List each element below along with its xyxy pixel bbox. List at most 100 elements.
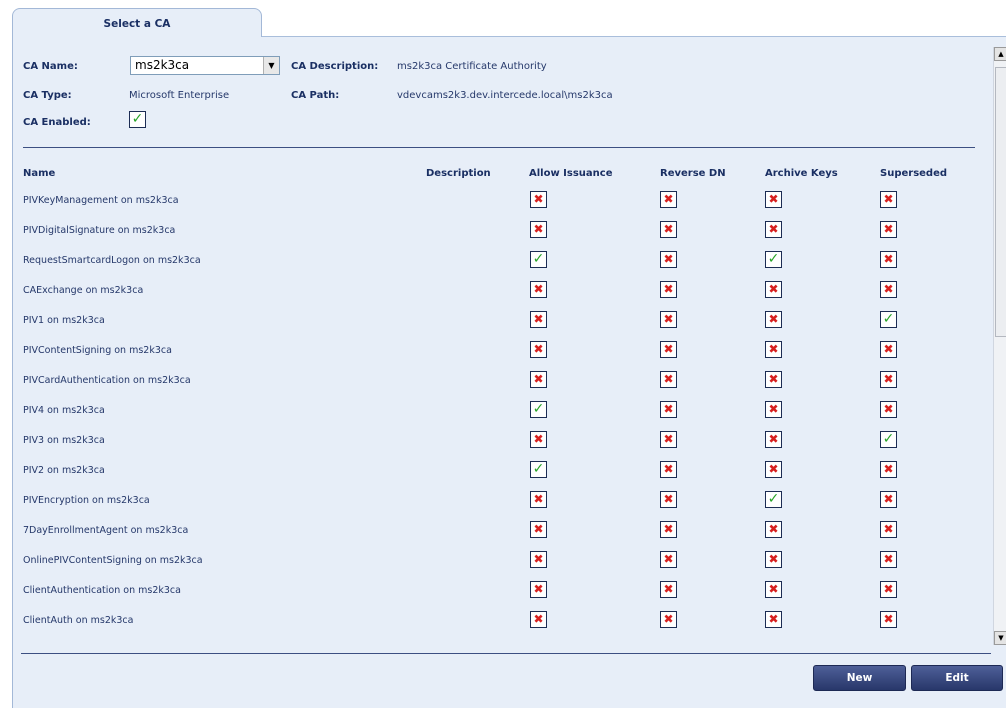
- archive-keys-cell: ✖: [765, 311, 782, 328]
- table-row[interactable]: RequestSmartcardLogon on ms2k3ca ✓ ✖ ✓ ✖: [13, 245, 993, 275]
- archive-keys-cell: ✖: [765, 221, 782, 238]
- scrollbar-thumb[interactable]: [995, 67, 1006, 337]
- table-row[interactable]: PIV4 on ms2k3ca ✓ ✖ ✖ ✖: [13, 395, 993, 425]
- column-header-allow-issuance[interactable]: Allow Issuance: [529, 168, 613, 179]
- table-row[interactable]: PIVEncryption on ms2k3ca ✖ ✖ ✓ ✖: [13, 485, 993, 515]
- table-row[interactable]: ClientAuth on ms2k3ca ✖ ✖ ✖ ✖: [13, 605, 993, 635]
- archive-keys-cell: ✖: [765, 191, 782, 208]
- column-header-name[interactable]: Name: [23, 168, 55, 179]
- cross-icon: ✖: [880, 371, 897, 388]
- dropdown-arrow-icon[interactable]: ▼: [263, 57, 279, 74]
- cross-icon: ✖: [880, 581, 897, 598]
- column-header-archive-keys[interactable]: Archive Keys: [765, 168, 838, 179]
- allow-issuance-cell: ✖: [530, 311, 547, 328]
- cross-icon: ✖: [660, 341, 677, 358]
- ca-name-select[interactable]: ms2k3ca ▼: [130, 56, 280, 75]
- cross-icon: ✖: [880, 461, 897, 478]
- cross-icon: ✖: [660, 401, 677, 418]
- allow-issuance-cell: ✖: [530, 191, 547, 208]
- ca-description-label: CA Description:: [291, 61, 379, 72]
- cross-icon: ✖: [765, 221, 782, 238]
- cross-icon: ✖: [530, 191, 547, 208]
- new-button[interactable]: New: [813, 665, 906, 691]
- superseded-cell: ✖: [880, 401, 897, 418]
- row-name: ClientAuthentication on ms2k3ca: [23, 585, 181, 596]
- allow-issuance-cell: ✖: [530, 281, 547, 298]
- superseded-cell: ✖: [880, 581, 897, 598]
- cross-icon: ✖: [530, 341, 547, 358]
- check-icon: ✓: [530, 401, 547, 418]
- archive-keys-cell: ✖: [765, 461, 782, 478]
- row-name: PIVContentSigning on ms2k3ca: [23, 345, 172, 356]
- cross-icon: ✖: [660, 611, 677, 628]
- table-row[interactable]: CAExchange on ms2k3ca ✖ ✖ ✖ ✖: [13, 275, 993, 305]
- superseded-cell: ✖: [880, 221, 897, 238]
- row-name: PIVDigitalSignature on ms2k3ca: [23, 225, 176, 236]
- cross-icon: ✖: [765, 191, 782, 208]
- cross-icon: ✖: [530, 371, 547, 388]
- reverse-dn-cell: ✖: [660, 401, 677, 418]
- superseded-cell: ✖: [880, 611, 897, 628]
- table-row[interactable]: PIV2 on ms2k3ca ✓ ✖ ✖ ✖: [13, 455, 993, 485]
- table-row[interactable]: PIVDigitalSignature on ms2k3ca ✖ ✖ ✖ ✖: [13, 215, 993, 245]
- scroll-up-icon[interactable]: ▲: [994, 47, 1006, 61]
- superseded-cell: ✓: [880, 311, 897, 328]
- cross-icon: ✖: [530, 551, 547, 568]
- ca-path-label: CA Path:: [291, 90, 340, 101]
- cross-icon: ✖: [765, 461, 782, 478]
- column-header-superseded[interactable]: Superseded: [880, 168, 947, 179]
- allow-issuance-cell: ✖: [530, 581, 547, 598]
- row-name: PIV1 on ms2k3ca: [23, 315, 105, 326]
- table-row[interactable]: 7DayEnrollmentAgent on ms2k3ca ✖ ✖ ✖ ✖: [13, 515, 993, 545]
- table-row[interactable]: PIVCardAuthentication on ms2k3ca ✖ ✖ ✖ ✖: [13, 365, 993, 395]
- superseded-cell: ✖: [880, 551, 897, 568]
- table-row[interactable]: PIV3 on ms2k3ca ✖ ✖ ✖ ✓: [13, 425, 993, 455]
- cross-icon: ✖: [765, 311, 782, 328]
- tab-strip: Select a CA: [0, 0, 1006, 38]
- cross-icon: ✖: [660, 551, 677, 568]
- archive-keys-cell: ✓: [765, 491, 782, 508]
- vertical-scrollbar[interactable]: ▲ ▼: [993, 47, 1006, 645]
- row-name: RequestSmartcardLogon on ms2k3ca: [23, 255, 201, 266]
- cross-icon: ✖: [660, 191, 677, 208]
- cross-icon: ✖: [765, 371, 782, 388]
- column-header-description[interactable]: Description: [426, 168, 491, 179]
- template-table: PIVKeyManagement on ms2k3ca ✖ ✖ ✖ ✖ PIVDigita…: [13, 185, 993, 655]
- ca-enabled-checkbox[interactable]: ✓: [129, 111, 146, 128]
- cross-icon: ✖: [530, 611, 547, 628]
- column-header-reverse-dn[interactable]: Reverse DN: [660, 168, 726, 179]
- reverse-dn-cell: ✖: [660, 581, 677, 598]
- edit-button[interactable]: Edit: [911, 665, 1003, 691]
- cross-icon: ✖: [880, 611, 897, 628]
- cross-icon: ✖: [880, 281, 897, 298]
- table-row[interactable]: OnlinePIVContentSigning on ms2k3ca ✖ ✖ ✖ ✖: [13, 545, 993, 575]
- cross-icon: ✖: [765, 521, 782, 538]
- superseded-cell: ✖: [880, 371, 897, 388]
- cross-icon: ✖: [880, 191, 897, 208]
- superseded-cell: ✖: [880, 281, 897, 298]
- reverse-dn-cell: ✖: [660, 221, 677, 238]
- table-row[interactable]: PIVContentSigning on ms2k3ca ✖ ✖ ✖ ✖: [13, 335, 993, 365]
- allow-issuance-cell: ✖: [530, 521, 547, 538]
- cross-icon: ✖: [880, 521, 897, 538]
- archive-keys-cell: ✖: [765, 431, 782, 448]
- scroll-down-icon[interactable]: ▼: [994, 631, 1006, 645]
- table-row[interactable]: PIV1 on ms2k3ca ✖ ✖ ✖ ✓: [13, 305, 993, 335]
- archive-keys-cell: ✖: [765, 401, 782, 418]
- archive-keys-cell: ✖: [765, 551, 782, 568]
- tab-select-ca[interactable]: Select a CA: [12, 8, 262, 38]
- ca-type-value: Microsoft Enterprise: [129, 90, 230, 101]
- row-name: PIVEncryption on ms2k3ca: [23, 495, 150, 506]
- cross-icon: ✖: [880, 491, 897, 508]
- archive-keys-cell: ✖: [765, 611, 782, 628]
- allow-issuance-cell: ✓: [530, 401, 547, 418]
- cross-icon: ✖: [880, 401, 897, 418]
- archive-keys-cell: ✖: [765, 341, 782, 358]
- row-name: OnlinePIVContentSigning on ms2k3ca: [23, 555, 203, 566]
- check-icon: ✓: [880, 311, 897, 328]
- reverse-dn-cell: ✖: [660, 191, 677, 208]
- superseded-cell: ✖: [880, 191, 897, 208]
- ca-description-value: ms2k3ca Certificate Authority: [397, 61, 547, 72]
- table-row[interactable]: ClientAuthentication on ms2k3ca ✖ ✖ ✖ ✖: [13, 575, 993, 605]
- table-row[interactable]: PIVKeyManagement on ms2k3ca ✖ ✖ ✖ ✖: [13, 185, 993, 215]
